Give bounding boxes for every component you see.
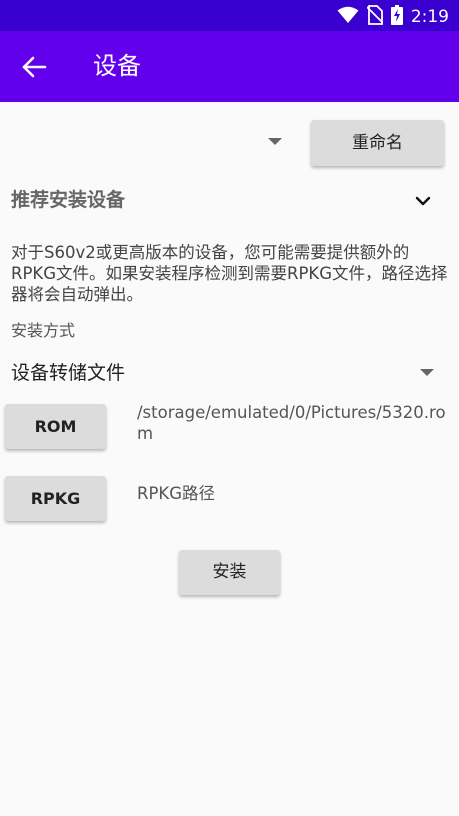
battery-charging-icon (390, 5, 403, 29)
install-button[interactable]: 安装 (179, 550, 280, 595)
dropdown-arrow-icon (420, 369, 434, 376)
app-bar: 设备 (0, 31, 459, 102)
recommendation-header[interactable]: 推荐安装设备 (11, 183, 443, 219)
install-method-dropdown[interactable]: 设备转储文件 (11, 356, 443, 390)
status-time: 2:19 (410, 7, 449, 27)
rom-button[interactable]: ROM (5, 404, 106, 449)
install-method-label: 安装方式 (11, 321, 76, 340)
install-method-value: 设备转储文件 (11, 362, 126, 384)
rpkg-path: RPKG路径 (137, 484, 216, 503)
page-title: 设备 (93, 52, 141, 80)
arrow-back-icon (22, 56, 47, 78)
no-sim-icon (366, 5, 384, 29)
recommendation-title: 推荐安装设备 (11, 189, 126, 211)
device-dropdown-arrow-icon[interactable] (268, 138, 282, 145)
rom-path: /storage/emulated/0/Pictures/5320.rom (137, 403, 446, 443)
wifi-icon (337, 6, 359, 28)
chevron-down-icon (415, 196, 431, 206)
rename-button[interactable]: 重命名 (311, 120, 444, 166)
back-button[interactable] (18, 51, 50, 83)
rpkg-button[interactable]: RPKG (5, 476, 106, 521)
status-bar: 2:19 (0, 0, 459, 31)
status-icons: 2:19 (337, 5, 449, 29)
recommendation-description: 对于S60v2或更高版本的设备，您可能需要提供额外的RPKG文件。如果安装程序检… (11, 243, 448, 304)
